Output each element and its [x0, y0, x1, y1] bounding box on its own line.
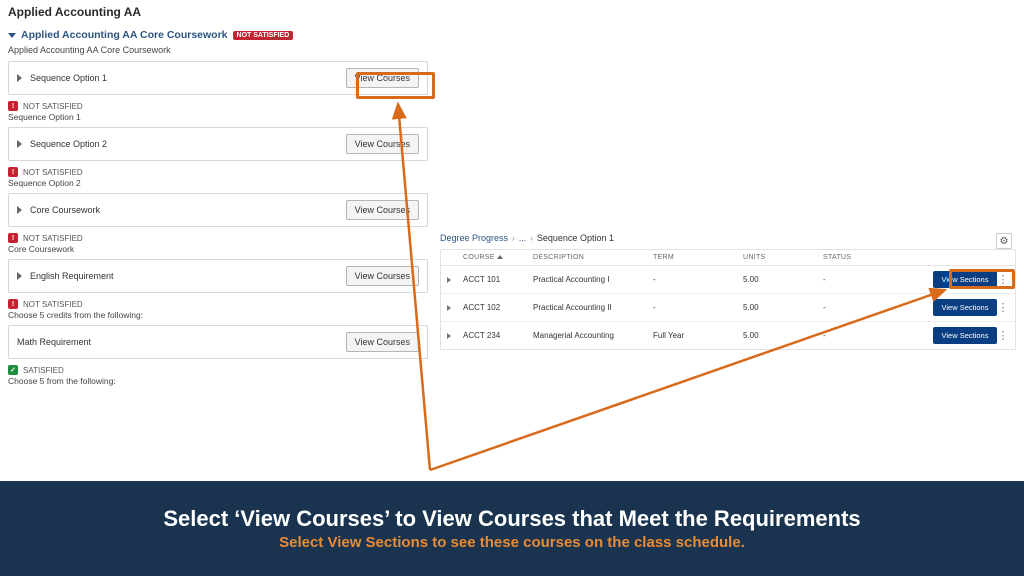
requirement-name: Sequence Option 2	[30, 139, 107, 149]
view-sections-button[interactable]: View Sections	[933, 271, 997, 288]
breadcrumb-root[interactable]: Degree Progress	[440, 233, 508, 243]
view-courses-button[interactable]: View Courses	[346, 266, 419, 286]
cell-units: 5.00	[743, 303, 823, 312]
alert-icon: !	[8, 167, 18, 177]
requirement-row[interactable]: Math Requirement	[17, 337, 91, 347]
cell-term: Full Year	[653, 331, 743, 340]
alert-icon: !	[8, 233, 18, 243]
cell-units: 5.00	[743, 275, 823, 284]
requirement-card: Sequence Option 1 View Courses	[8, 61, 428, 95]
chevron-right-icon	[17, 140, 22, 148]
more-icon[interactable]: ⋮	[997, 305, 1009, 311]
status-text: NOT SATISFIED	[23, 168, 83, 177]
requirement-card: Sequence Option 2 View Courses	[8, 127, 428, 161]
status-text: NOT SATISFIED	[23, 234, 83, 243]
alert-icon: !	[8, 101, 18, 111]
view-courses-button[interactable]: View Courses	[346, 200, 419, 220]
requirement-row[interactable]: Sequence Option 2	[17, 139, 107, 149]
requirements-panel: Applied Accounting AA Applied Accounting…	[8, 5, 428, 391]
status-row: ✓ SATISFIED	[8, 363, 428, 376]
instruction-main: Select ‘View Courses’ to View Courses th…	[163, 506, 860, 531]
requirement-card: English Requirement View Courses	[8, 259, 428, 293]
cell-course: ACCT 234	[463, 331, 533, 340]
cell-term: -	[653, 275, 743, 284]
col-status[interactable]: STATUS	[823, 254, 903, 261]
cell-status: -	[823, 331, 903, 340]
requirement-name: Sequence Option 1	[30, 73, 107, 83]
check-icon: ✓	[8, 365, 18, 375]
more-icon[interactable]: ⋮	[997, 277, 1009, 283]
col-units[interactable]: UNITS	[743, 254, 823, 261]
gear-icon[interactable]: ⚙	[996, 233, 1012, 249]
requirement-name: English Requirement	[30, 271, 114, 281]
course-table: COURSE DESCRIPTION TERM UNITS STATUS ACC…	[440, 249, 1016, 350]
status-row: ! NOT SATISFIED	[8, 231, 428, 244]
view-courses-button[interactable]: View Courses	[346, 134, 419, 154]
chevron-down-icon	[8, 33, 16, 38]
cell-status: -	[823, 303, 903, 312]
col-term[interactable]: TERM	[653, 254, 743, 261]
cell-description: Managerial Accounting	[533, 331, 653, 340]
requirement-card: Core Coursework View Courses	[8, 193, 428, 227]
chevron-right-icon[interactable]	[447, 305, 451, 311]
section-title: Applied Accounting AA Core Coursework	[21, 29, 228, 41]
cell-units: 5.00	[743, 331, 823, 340]
requirement-sub: Sequence Option 2	[8, 178, 428, 193]
breadcrumb-separator-icon: ›	[512, 234, 515, 243]
requirement-name: Math Requirement	[17, 337, 91, 347]
view-sections-button[interactable]: View Sections	[933, 299, 997, 316]
col-course[interactable]: COURSE	[463, 254, 533, 261]
chevron-right-icon	[17, 206, 22, 214]
coursework-section-header[interactable]: Applied Accounting AA Core Coursework NO…	[8, 29, 428, 41]
chevron-right-icon	[17, 74, 22, 82]
cell-status: -	[823, 275, 903, 284]
cell-course: ACCT 101	[463, 275, 533, 284]
requirement-name: Core Coursework	[30, 205, 100, 215]
instruction-sub: Select View Sections to see these course…	[279, 534, 745, 551]
status-row: ! NOT SATISFIED	[8, 297, 428, 310]
requirement-sub: Sequence Option 1	[8, 112, 428, 127]
status-text: NOT SATISFIED	[23, 300, 83, 309]
cell-term: -	[653, 303, 743, 312]
section-subtitle: Applied Accounting AA Core Coursework	[8, 45, 428, 55]
table-row: ACCT 102 Practical Accounting II - 5.00 …	[441, 294, 1015, 322]
table-row: ACCT 101 Practical Accounting I - 5.00 -…	[441, 266, 1015, 294]
table-header-row: COURSE DESCRIPTION TERM UNITS STATUS	[441, 250, 1015, 266]
sort-asc-icon	[497, 255, 503, 259]
page-title: Applied Accounting AA	[8, 5, 428, 19]
not-satisfied-badge: NOT SATISFIED	[233, 31, 294, 40]
breadcrumb-separator-icon: ›	[530, 234, 533, 243]
requirement-sub: Core Coursework	[8, 244, 428, 259]
chevron-right-icon	[17, 272, 22, 280]
status-row: ! NOT SATISFIED	[8, 99, 428, 112]
requirement-sub: Choose 5 credits from the following:	[8, 310, 428, 325]
cell-course: ACCT 102	[463, 303, 533, 312]
view-courses-button[interactable]: View Courses	[346, 332, 419, 352]
requirement-row[interactable]: Core Coursework	[17, 205, 100, 215]
col-description[interactable]: DESCRIPTION	[533, 254, 653, 261]
table-row: ACCT 234 Managerial Accounting Full Year…	[441, 322, 1015, 349]
cell-description: Practical Accounting II	[533, 303, 653, 312]
requirement-row[interactable]: Sequence Option 1	[17, 73, 107, 83]
cell-description: Practical Accounting I	[533, 275, 653, 284]
course-list-panel: Degree Progress › ... › Sequence Option …	[440, 233, 1016, 350]
status-text: SATISFIED	[23, 366, 64, 375]
chevron-right-icon[interactable]	[447, 277, 451, 283]
breadcrumb-current: Sequence Option 1	[537, 233, 614, 243]
requirement-card: Math Requirement View Courses	[8, 325, 428, 359]
more-icon[interactable]: ⋮	[997, 333, 1009, 339]
status-row: ! NOT SATISFIED	[8, 165, 428, 178]
view-courses-button[interactable]: View Courses	[346, 68, 419, 88]
alert-icon: !	[8, 299, 18, 309]
status-text: NOT SATISFIED	[23, 102, 83, 111]
view-sections-button[interactable]: View Sections	[933, 327, 997, 344]
chevron-right-icon[interactable]	[447, 333, 451, 339]
requirement-row[interactable]: English Requirement	[17, 271, 114, 281]
instruction-banner: Select ‘View Courses’ to View Courses th…	[0, 481, 1024, 576]
breadcrumb: Degree Progress › ... › Sequence Option …	[440, 233, 1016, 243]
breadcrumb-mid[interactable]: ...	[519, 233, 527, 243]
requirement-sub: Choose 5 from the following:	[8, 376, 428, 391]
